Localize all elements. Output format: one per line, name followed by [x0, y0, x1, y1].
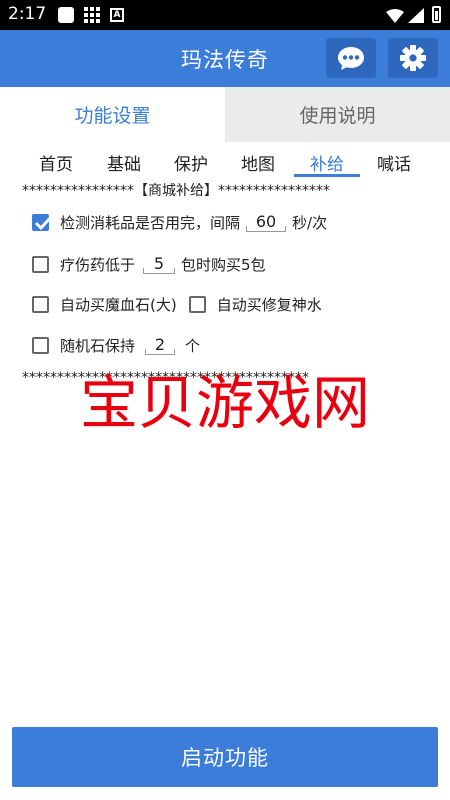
main-tabs: 功能设置 使用说明: [0, 87, 450, 142]
watermark-text: 宝贝游戏网: [80, 369, 371, 437]
settings-button[interactable]: [388, 38, 438, 78]
label-random-stone: 随机石保持: [60, 336, 136, 355]
checkbox-auto-buy-repair[interactable]: [188, 295, 206, 313]
heal-potion-unit: 包时购买5包: [181, 255, 266, 274]
option-heal-potion: 疗伤药低于 5 包时购买5包: [32, 251, 266, 277]
subtab-basic[interactable]: 基础: [94, 150, 154, 175]
notification-icon: [58, 7, 74, 23]
battery-icon: [432, 6, 441, 23]
tab-function-settings[interactable]: 功能设置: [0, 87, 225, 142]
option-random-stone: 随机石保持 2 个: [32, 332, 200, 358]
label-heal-potion: 疗伤药低于: [60, 255, 136, 274]
status-time: 2:17: [8, 4, 47, 24]
checkbox-check-consumables[interactable]: [32, 213, 53, 231]
subtab-supply[interactable]: 补给: [297, 150, 357, 175]
checkbox-random-stone[interactable]: [32, 336, 49, 354]
grid-icon: [84, 7, 100, 23]
subtab-map[interactable]: 地图: [228, 150, 288, 175]
interval-unit: 秒/次: [292, 213, 328, 232]
chat-button[interactable]: [326, 38, 376, 78]
random-stone-unit: 个: [185, 336, 201, 355]
app-title: 玛法传奇: [181, 48, 269, 72]
check-icon: [34, 215, 53, 230]
option-check-consumables: 检测消耗品是否用完，间隔 60 秒/次: [32, 209, 327, 235]
active-tab-indicator: [294, 174, 360, 177]
checkbox-heal-potion[interactable]: [32, 255, 49, 273]
subtab-home[interactable]: 首页: [26, 150, 86, 175]
tab-instructions[interactable]: 使用说明: [225, 87, 450, 142]
section-header: ****************【商城补给】****************: [22, 183, 330, 199]
status-bar: 2:17 A: [0, 0, 450, 30]
start-button[interactable]: 启动功能: [12, 727, 438, 787]
checkbox-auto-buy-mana[interactable]: [32, 295, 49, 313]
subtab-shout[interactable]: 喊话: [364, 150, 424, 175]
a-icon: A: [110, 8, 124, 22]
gear-icon: [400, 45, 426, 71]
label-check-consumables: 检测消耗品是否用完，间隔: [60, 213, 241, 232]
app-header: 玛法传奇: [0, 30, 450, 87]
label-auto-buy-repair: 自动买修复神水: [216, 295, 322, 314]
signal-icon: [408, 8, 424, 27]
option-auto-buy: 自动买魔血石(大) 自动买修复神水: [32, 291, 322, 317]
interval-input[interactable]: 60: [246, 212, 287, 232]
chat-icon: [338, 47, 364, 70]
subtab-protect[interactable]: 保护: [161, 150, 221, 175]
random-stone-input[interactable]: 2: [145, 335, 176, 355]
sub-tabs: 首页 基础 保护 地图 补给 喊话: [0, 142, 450, 180]
label-auto-buy-mana: 自动买魔血石(大): [60, 295, 177, 314]
heal-potion-input[interactable]: 5: [143, 254, 176, 274]
wifi-icon: [386, 8, 404, 27]
